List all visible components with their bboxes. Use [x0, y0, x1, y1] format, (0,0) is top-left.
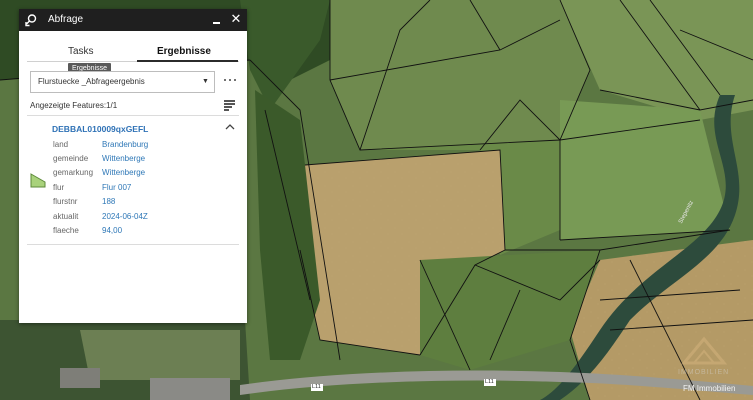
feature-id-link[interactable]: DEBBAL010009qxGEFL [52, 124, 148, 134]
watermark-logo [680, 335, 728, 365]
close-button[interactable]: ✕ [230, 12, 242, 26]
features-label: Angezeigte Features: [30, 101, 107, 110]
sort-icon [224, 109, 229, 111]
minimize-icon [213, 22, 220, 24]
road-label: L11 [485, 379, 494, 385]
list-divider [27, 115, 239, 116]
more-dots-icon [234, 79, 236, 81]
sort-icon [224, 100, 235, 102]
watermark-logo-text: IMMOBILIEN [678, 369, 730, 376]
chevron-down-icon: ▼ [202, 78, 209, 85]
more-dots-icon [229, 79, 231, 81]
features-count: Angezeigte Features:1/1 [30, 101, 117, 110]
road-label: L11 [312, 384, 321, 390]
attribute-value: Flur 007 [102, 183, 132, 192]
tab-tasks[interactable]: Tasks [68, 46, 94, 57]
attribute-key: gemarkung [53, 168, 94, 177]
more-dots-icon [224, 79, 226, 81]
layer-select[interactable]: Flurstuecke _Abfrageergebnis ▼ [30, 71, 215, 93]
watermark-text: FM Immobilien [683, 384, 736, 393]
minimize-button[interactable] [212, 13, 222, 25]
sort-button[interactable] [224, 100, 236, 111]
collapse-button[interactable] [224, 122, 236, 132]
house-logo-icon [680, 336, 728, 365]
attribute-value: Wittenberge [102, 168, 146, 177]
query-icon [24, 13, 38, 27]
attribute-key: gemeinde [53, 154, 89, 163]
attribute-key: flurstnr [53, 197, 78, 206]
panel-title: Abfrage [48, 14, 84, 25]
attribute-key: flur [53, 183, 65, 192]
chevron-up-icon [225, 124, 235, 130]
features-count-value: 1/1 [106, 101, 118, 110]
query-panel: Abfrage ✕ Tasks Ergebnisse Ergebnisse Fl… [19, 9, 247, 323]
attribute-value: 188 [102, 197, 116, 206]
list-divider [27, 244, 239, 245]
attribute-value: 94,00 [102, 226, 123, 235]
parcel-symbol-icon [29, 172, 47, 188]
sort-icon [224, 106, 232, 108]
attribute-value: Brandenburg [102, 140, 149, 149]
attribute-value: Wittenberge [102, 154, 146, 163]
attribute-key: flaeche [53, 226, 79, 235]
attribute-key: land [53, 140, 69, 149]
more-options-button[interactable] [223, 73, 237, 87]
active-tab-indicator [137, 60, 238, 62]
close-icon: ✕ [230, 11, 242, 26]
sort-icon [224, 103, 235, 105]
attribute-value: 2024-06-04Z [102, 212, 148, 221]
tab-ergebnisse[interactable]: Ergebnisse [157, 46, 211, 57]
panel-titlebar[interactable]: Abfrage ✕ [19, 9, 247, 31]
attribute-key: aktualit [53, 212, 79, 221]
layer-select-value: Flurstuecke _Abfrageergebnis [38, 77, 145, 86]
